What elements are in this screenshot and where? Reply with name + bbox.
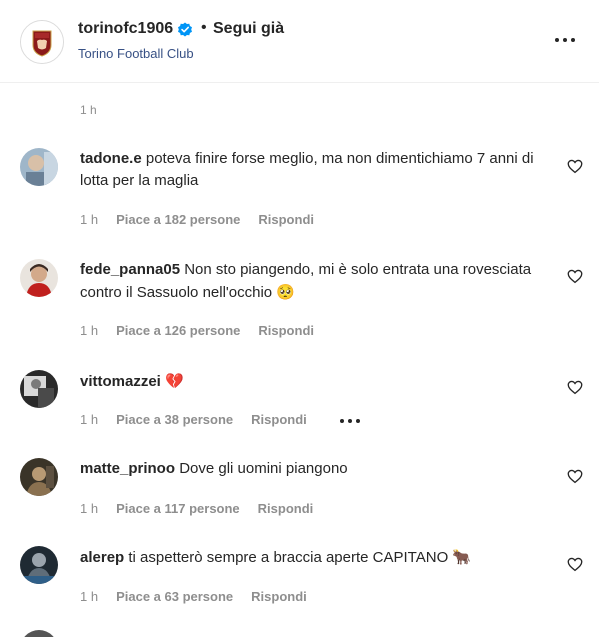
torino-crest-icon[interactable] — [20, 20, 64, 64]
comment-username[interactable]: vittomazzei — [80, 373, 161, 390]
heart-icon[interactable] — [566, 555, 584, 573]
caption-timestamp: 1 h — [80, 103, 97, 117]
comment-likes[interactable]: Piace a 126 persone — [116, 323, 240, 338]
reply-button[interactable]: Rispondi — [251, 412, 307, 427]
comment-time: 1 h — [80, 212, 99, 227]
comment-username[interactable]: alerep — [80, 549, 124, 566]
verified-badge-icon — [178, 22, 192, 37]
comment-meta: 1 h Piace a 38 persone Rispondi — [80, 412, 361, 427]
heart-icon[interactable] — [566, 157, 584, 175]
comment-meta: 1 h Piace a 126 persone Rispondi — [80, 323, 332, 338]
comment-username[interactable]: fede_panna05 — [80, 261, 180, 278]
comment-text: alerep ti aspetterò sempre a braccia ape… — [80, 546, 550, 569]
avatar[interactable] — [20, 259, 58, 297]
comment-meta: 1 h Piace a 63 persone Rispondi — [80, 589, 325, 604]
pleading-face-emoji: 🥺 — [276, 283, 295, 301]
reply-button[interactable]: Rispondi — [258, 323, 314, 338]
account-username[interactable]: torinofc1906 — [78, 20, 173, 38]
comment-time: 1 h — [80, 323, 99, 338]
avatar[interactable] — [20, 630, 58, 637]
comment-body: ti aspetterò sempre a braccia aperte CAP… — [128, 549, 449, 566]
reply-button[interactable]: Rispondi — [258, 501, 314, 516]
comment-username[interactable]: matte_prinoo — [80, 460, 175, 477]
reply-button[interactable]: Rispondi — [251, 589, 307, 604]
comment-likes[interactable]: Piace a 182 persone — [116, 212, 240, 227]
comment-username[interactable]: tadone.e — [80, 150, 142, 167]
comment-time: 1 h — [80, 589, 99, 604]
comment-body: poteva finire forse meglio, ma non dimen… — [80, 150, 534, 189]
comment-text: fede_panna05 Non sto piangendo, mi è sol… — [80, 259, 550, 304]
comment-likes[interactable]: Piace a 117 persone — [116, 501, 240, 516]
avatar[interactable] — [20, 546, 58, 584]
comment-text: tadone.e poteva finire forse meglio, ma … — [80, 148, 550, 192]
comment-meta: 1 h Piace a 117 persone Rispondi — [80, 501, 331, 516]
comment-likes[interactable]: Piace a 63 persone — [116, 589, 233, 604]
post-header: torinofc1906 • Segui già Torino Football… — [0, 0, 599, 83]
comment-time: 1 h — [80, 501, 99, 516]
comment-body: Dove gli uomini piangono — [179, 460, 348, 477]
comment-more-icon[interactable] — [339, 416, 361, 426]
comments-panel: torinofc1906 • Segui già Torino Football… — [0, 0, 599, 637]
heart-icon[interactable] — [566, 267, 584, 285]
comment-likes[interactable]: Piace a 38 persone — [116, 412, 233, 427]
heart-icon[interactable] — [566, 378, 584, 396]
avatar[interactable] — [20, 458, 58, 496]
avatar[interactable] — [20, 370, 58, 408]
account-subtitle[interactable]: Torino Football Club — [78, 46, 194, 61]
separator-dot: • — [201, 19, 207, 36]
comment-text: matte_prinoo Dove gli uomini piangono — [80, 458, 550, 480]
following-button[interactable]: Segui già — [213, 20, 284, 38]
more-options-icon[interactable] — [553, 30, 577, 50]
broken-heart-emoji: 💔 — [165, 372, 184, 390]
avatar[interactable] — [20, 148, 58, 186]
comment-meta: 1 h Piace a 182 persone Rispondi — [80, 212, 332, 227]
reply-button[interactable]: Rispondi — [258, 212, 314, 227]
comment-time: 1 h — [80, 412, 99, 427]
ox-emoji: 🐂 — [452, 548, 472, 566]
heart-icon[interactable] — [566, 467, 584, 485]
comment-text: vittomazzei 💔 — [80, 370, 550, 393]
